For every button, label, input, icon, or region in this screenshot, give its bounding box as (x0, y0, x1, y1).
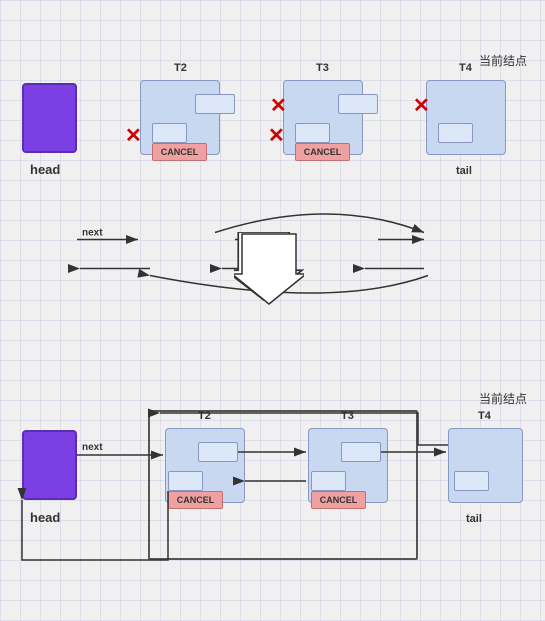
top-t2-cancel-box: CANCEL (152, 143, 207, 161)
top-t4-pre-box (438, 123, 473, 143)
bottom-t3-label: T3 (341, 410, 354, 422)
bottom-t2-label: T2 (198, 410, 211, 422)
bottom-t4-pre-box (454, 471, 489, 491)
top-t3-pre-box (295, 123, 330, 143)
top-tail-label: tail (456, 165, 472, 177)
svg-text:next: next (82, 442, 103, 453)
bottom-t4-node (448, 428, 523, 503)
top-t2-pre-box (152, 123, 187, 143)
top-t3-label: T3 (316, 62, 329, 74)
top-head-label: head (30, 162, 60, 177)
top-x3: ✕ (125, 126, 142, 146)
top-t4-label: T4 (459, 62, 472, 74)
bottom-t3-pre-box (311, 471, 346, 491)
top-t4-node (426, 80, 506, 155)
diagram-area: 当前结点 head T2 CANCEL T3 CANCEL T4 tail ✕ … (0, 0, 545, 621)
bottom-tail-label: tail (466, 513, 482, 525)
top-t2-next-box (195, 94, 235, 114)
top-t3-next-box (338, 94, 378, 114)
top-x1: ✕ (270, 96, 287, 116)
bottom-t2-pre-box (168, 471, 203, 491)
bottom-t2-next-box (198, 442, 238, 462)
top-x2: ✕ (413, 96, 430, 116)
bottom-current-node-label: 当前结点 (479, 390, 527, 407)
bottom-head-label: head (30, 510, 60, 525)
bottom-t4-label: T4 (478, 410, 491, 422)
top-t2-label: T2 (174, 62, 187, 74)
bottom-head-block (22, 430, 77, 500)
down-arrow (234, 232, 304, 312)
top-current-node-label: 当前结点 (479, 52, 527, 69)
bottom-t3-next-box (341, 442, 381, 462)
top-t3-cancel-box: CANCEL (295, 143, 350, 161)
top-x4: ✕ (268, 126, 285, 146)
bottom-t2-cancel-box: CANCEL (168, 491, 223, 509)
bottom-t3-cancel-box: CANCEL (311, 491, 366, 509)
top-head-block (22, 83, 77, 153)
svg-text:next: next (82, 228, 103, 239)
